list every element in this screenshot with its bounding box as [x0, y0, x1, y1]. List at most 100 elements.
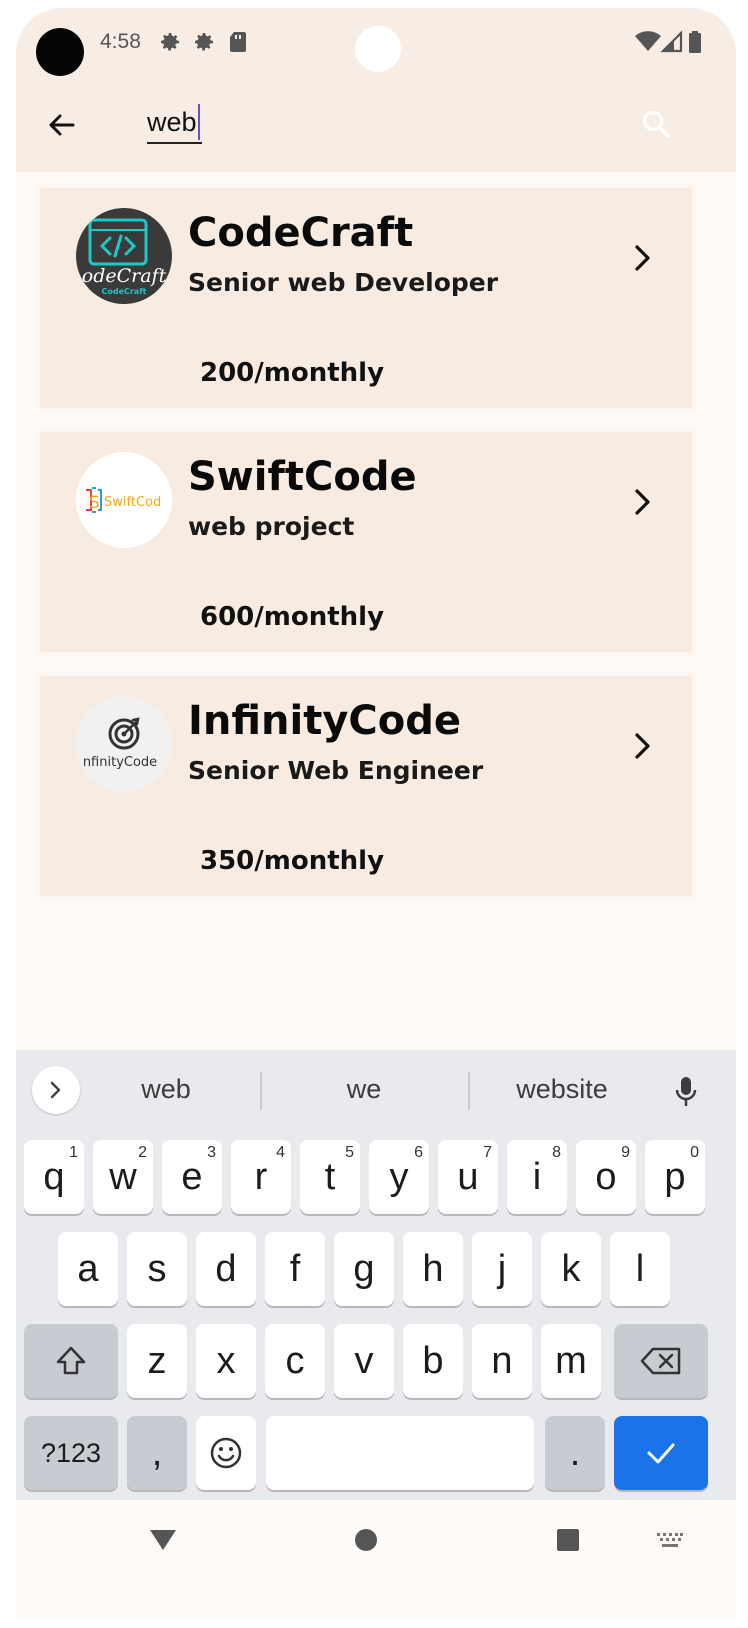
- home-circle-icon: [355, 1529, 377, 1551]
- chevron-right-icon: [635, 245, 650, 271]
- arrow-left-icon: [49, 114, 75, 136]
- logo-text: odeCraft: [82, 265, 167, 287]
- key-b[interactable]: b: [403, 1324, 463, 1398]
- front-camera: [36, 28, 84, 76]
- key-h[interactable]: h: [403, 1232, 463, 1306]
- search-input[interactable]: web: [147, 104, 202, 144]
- job-card[interactable]: odeCraft CodeCraft CodeCraft Senior web …: [36, 184, 696, 412]
- suggestion-divider: [468, 1072, 470, 1110]
- logo-text: nfinityCode: [83, 755, 157, 770]
- job-role: Senior web Developer: [188, 268, 499, 297]
- suggestion-item[interactable]: website: [472, 1074, 652, 1105]
- keyboard-icon: [657, 1533, 683, 1547]
- key-z[interactable]: z: [127, 1324, 187, 1398]
- shift-icon: [56, 1346, 86, 1375]
- emoji-icon: [210, 1437, 242, 1469]
- company-logo: S SwiftCod: [76, 452, 172, 548]
- key-i[interactable]: i8: [507, 1140, 567, 1214]
- signal-icon: [660, 30, 684, 54]
- key-n[interactable]: n: [472, 1324, 532, 1398]
- status-time: 4:58: [100, 30, 141, 53]
- open-job-button[interactable]: [628, 240, 658, 276]
- key-m[interactable]: m: [541, 1324, 601, 1398]
- app-header: 4:58 web: [16, 8, 736, 172]
- settings-icon: [158, 30, 182, 54]
- back-button[interactable]: [40, 104, 82, 146]
- nav-recents-button[interactable]: [556, 1528, 580, 1552]
- key-r[interactable]: r4: [231, 1140, 291, 1214]
- emoji-key[interactable]: [196, 1416, 256, 1490]
- microphone-icon: [675, 1077, 697, 1106]
- company-logo: odeCraft CodeCraft: [76, 208, 172, 304]
- enter-key[interactable]: [614, 1416, 708, 1490]
- key-o[interactable]: o9: [576, 1140, 636, 1214]
- suggestion-item[interactable]: we: [274, 1074, 454, 1105]
- checkmark-icon: [647, 1443, 675, 1464]
- job-card[interactable]: nfinityCode InfinityCode Senior Web Engi…: [36, 672, 696, 900]
- battery-icon: [688, 30, 702, 54]
- key-f[interactable]: f: [265, 1232, 325, 1306]
- display-cutout: [355, 26, 401, 72]
- company-name: InfinityCode: [188, 698, 461, 744]
- search-query: web: [147, 107, 197, 137]
- company-name: CodeCraft: [188, 210, 414, 256]
- job-role: web project: [188, 512, 355, 541]
- search-button[interactable]: [636, 104, 676, 144]
- key-q[interactable]: q1: [24, 1140, 84, 1214]
- key-l[interactable]: l: [610, 1232, 670, 1306]
- open-job-button[interactable]: [628, 728, 658, 764]
- square-icon: [557, 1529, 579, 1551]
- symbols-key[interactable]: ?123: [24, 1416, 118, 1490]
- key-e[interactable]: e3: [162, 1140, 222, 1214]
- backspace-icon: [640, 1347, 681, 1375]
- text-caret: [197, 104, 200, 140]
- key-p[interactable]: p0: [645, 1140, 705, 1214]
- key-d[interactable]: d: [196, 1232, 256, 1306]
- phone-screen: 4:58 web odeCraft CodeCraft CodeCraft Se…: [16, 8, 736, 1620]
- period-key[interactable]: .: [545, 1416, 605, 1490]
- voice-input-button[interactable]: [670, 1072, 702, 1112]
- job-role: Senior Web Engineer: [188, 756, 484, 785]
- key-a[interactable]: a: [58, 1232, 118, 1306]
- nav-back-button[interactable]: [148, 1528, 178, 1552]
- job-price: 200/monthly: [200, 358, 385, 388]
- key-u[interactable]: u7: [438, 1140, 498, 1214]
- logo-subtext: CodeCraft: [101, 287, 146, 296]
- company-logo: nfinityCode: [76, 696, 172, 792]
- key-t[interactable]: t5: [300, 1140, 360, 1214]
- sd-card-icon: [228, 30, 248, 54]
- suggestion-strip: web we website: [16, 1050, 736, 1132]
- comma-key[interactable]: ,: [127, 1416, 187, 1490]
- chevron-right-icon: [635, 489, 650, 515]
- key-g[interactable]: g: [334, 1232, 394, 1306]
- key-j[interactable]: j: [472, 1232, 532, 1306]
- job-price: 350/monthly: [200, 846, 385, 876]
- suggestion-divider: [260, 1072, 262, 1110]
- space-key[interactable]: [266, 1416, 534, 1490]
- soft-keyboard: web we website q1 w2 e3 r4 t5 y6 u7 i8 o…: [16, 1050, 736, 1500]
- key-v[interactable]: v: [334, 1324, 394, 1398]
- backspace-key[interactable]: [614, 1324, 708, 1398]
- key-s[interactable]: s: [127, 1232, 187, 1306]
- job-price: 600/monthly: [200, 602, 385, 632]
- key-y[interactable]: y6: [369, 1140, 429, 1214]
- key-x[interactable]: x: [196, 1324, 256, 1398]
- keyboard-menu-button[interactable]: [32, 1066, 80, 1114]
- key-c[interactable]: c: [265, 1324, 325, 1398]
- open-job-button[interactable]: [628, 484, 658, 520]
- shift-key[interactable]: [24, 1324, 118, 1398]
- key-k[interactable]: k: [541, 1232, 601, 1306]
- wifi-icon: [634, 30, 662, 54]
- job-card[interactable]: S SwiftCod SwiftCode web project 600/mon…: [36, 428, 696, 656]
- keyboard-switch-button[interactable]: [656, 1532, 684, 1548]
- system-nav-bar: [16, 1500, 736, 1620]
- nav-home-button[interactable]: [354, 1528, 378, 1552]
- search-icon: [643, 111, 670, 138]
- suggestion-item[interactable]: web: [76, 1074, 256, 1105]
- key-w[interactable]: w2: [93, 1140, 153, 1214]
- company-name: SwiftCode: [188, 454, 417, 500]
- settings-icon: [192, 30, 216, 54]
- logo-text: SwiftCod: [104, 495, 161, 510]
- chevron-right-icon: [635, 733, 650, 759]
- chevron-right-icon: [50, 1081, 61, 1099]
